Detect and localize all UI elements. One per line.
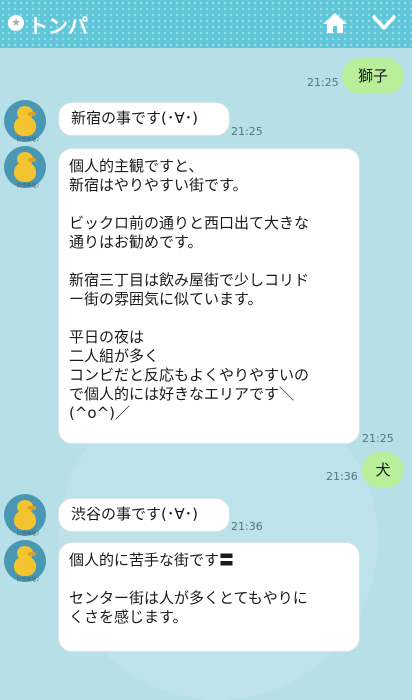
message-text: 渋谷の事です(･∀･)	[71, 505, 198, 523]
message-line: くさを感じます。	[69, 608, 188, 626]
message-line: 二人組が多く	[69, 347, 160, 365]
message-time: 21:25	[362, 432, 394, 445]
message-line: 新宿三丁目は飲み屋街で少しコリド	[69, 271, 310, 289]
message-line: 個人的に苦手な街です〓	[69, 551, 235, 569]
chevron-down-icon[interactable]	[372, 14, 396, 32]
message-time: 21:25	[231, 125, 263, 138]
message-line: 新宿はやりやすい街です。	[69, 176, 248, 194]
avatar-label: 日焼美駆♪	[16, 137, 40, 143]
message-bubble-incoming[interactable]: 新宿の事です(･∀･)	[58, 102, 230, 136]
message-bubble-outgoing[interactable]: 獅子	[342, 58, 404, 94]
message-line: 個人的主観ですと、	[69, 157, 204, 175]
chat-title: トンパ	[28, 14, 88, 38]
message-bubble-incoming[interactable]: 個人的主観ですと、 新宿はやりやすい街です。 ビックロ前の通りと西口出て大きな …	[58, 148, 360, 444]
message-time: 21:36	[326, 470, 358, 483]
message-bubble-incoming[interactable]: 個人的に苦手な街です〓 センター街は人が多くとてもやりに くさを感じます。	[58, 542, 360, 652]
message-bubble-incoming[interactable]: 渋谷の事です(･∀･)	[58, 498, 230, 532]
home-icon[interactable]	[322, 12, 348, 34]
chat-header: ★ トンパ	[0, 0, 412, 48]
message-time: 21:36	[231, 520, 263, 533]
message-time: 21:25	[307, 76, 339, 89]
avatar-label: 日焼美駆♪	[16, 183, 40, 189]
message-text: 獅子	[357, 67, 388, 85]
message-line: ビックロ前の通りと西口出て大きな	[69, 214, 310, 232]
message-line: (^o^)／	[69, 404, 131, 422]
message-line: センター街は人が多くとてもやりに	[69, 589, 308, 607]
message-text: 新宿の事です(･∀･)	[71, 109, 198, 127]
avatar-label: 日焼美駆♪	[16, 531, 40, 537]
message-line: 通りはお勧めです。	[69, 233, 203, 251]
message-text: 犬	[375, 461, 391, 479]
avatar-label: 日焼美駆♪	[16, 577, 40, 583]
favorite-star-icon[interactable]: ★	[8, 15, 24, 31]
message-line: 平日の夜は	[69, 328, 145, 346]
message-line: ー街の雰囲気に似ています。	[69, 290, 263, 308]
message-line: で個人的には好きなエリアです＼	[69, 385, 295, 403]
message-bubble-outgoing[interactable]: 犬	[362, 452, 404, 488]
message-line: コンビだと反応もよくやりやすいの	[69, 366, 310, 384]
